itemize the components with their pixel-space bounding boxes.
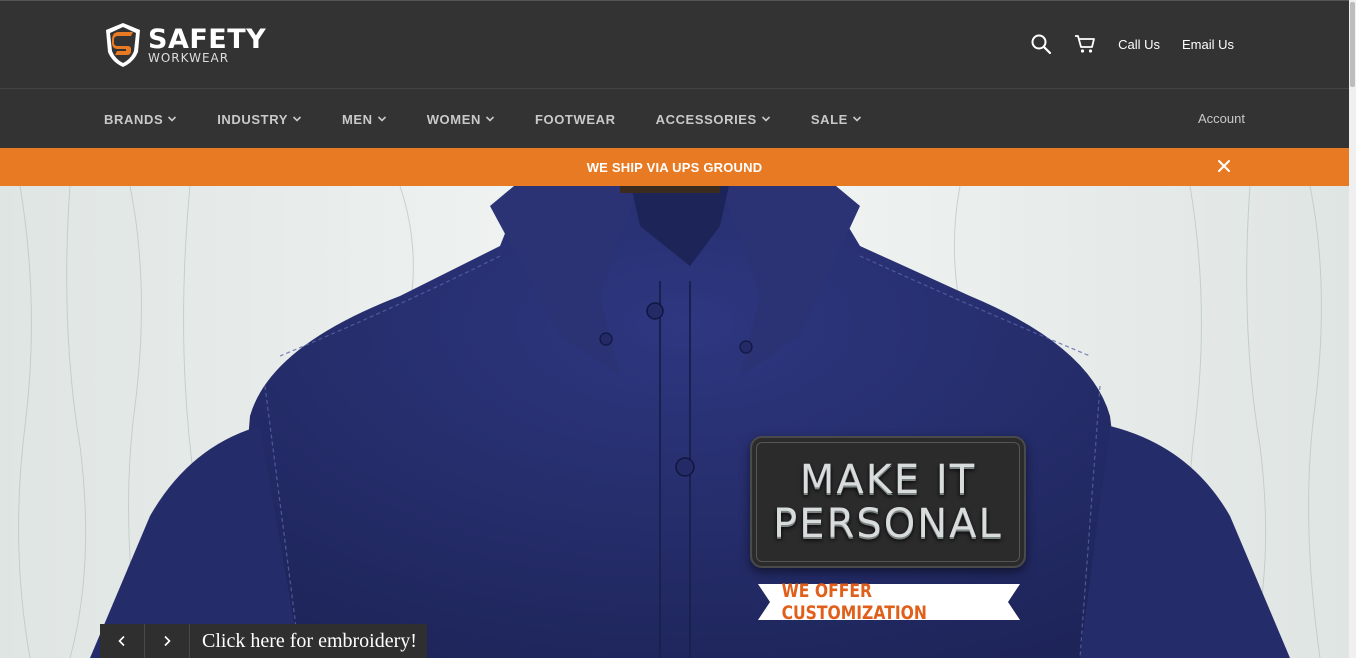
patch-line-1: MAKE IT bbox=[799, 457, 977, 503]
nav-item-footwear[interactable]: FOOTWEAR bbox=[535, 112, 616, 127]
chevron-down-icon bbox=[168, 116, 177, 122]
chevron-down-icon bbox=[761, 116, 770, 122]
nav-item-label: INDUSTRY bbox=[217, 111, 288, 127]
nav-item-label: ACCESSORIES bbox=[655, 111, 757, 127]
main-navigation: BRANDS INDUSTRY MEN WOMEN FOOTWEAR ACCES… bbox=[0, 88, 1349, 148]
patch-line-2: PERSONAL bbox=[773, 501, 1003, 547]
announcement-bar: WE SHIP VIA UPS GROUND bbox=[0, 148, 1349, 186]
chevron-right-icon bbox=[164, 635, 171, 647]
nav-item-label: BRANDS bbox=[104, 111, 164, 127]
nav-item-sale[interactable]: SALE bbox=[811, 112, 862, 127]
chevron-down-icon bbox=[292, 116, 302, 122]
previous-slide-button[interactable] bbox=[100, 624, 145, 658]
nav-item-industry[interactable]: INDUSTRY bbox=[217, 112, 302, 127]
site-header: SAFETY WORKWEAR Call Us Email Us bbox=[0, 0, 1349, 88]
cart-icon[interactable] bbox=[1074, 33, 1096, 55]
nav-item-accessories[interactable]: ACCESSORIES bbox=[656, 112, 771, 127]
chevron-left-icon bbox=[118, 635, 125, 647]
scrollbar-thumb[interactable] bbox=[1350, 2, 1355, 87]
nav-item-label: SALE bbox=[810, 111, 848, 127]
nav-item-label: WOMEN bbox=[426, 111, 481, 127]
slide-caption-link[interactable]: Click here for embroidery! bbox=[190, 624, 427, 658]
nav-item-women[interactable]: WOMEN bbox=[427, 112, 495, 127]
chevron-down-icon bbox=[485, 116, 495, 122]
account-link[interactable]: Account bbox=[1198, 111, 1245, 126]
ribbon-text: WE OFFER CUSTOMIZATION bbox=[781, 580, 927, 624]
chevron-down-icon bbox=[377, 116, 386, 122]
announcement-text: WE SHIP VIA UPS GROUND bbox=[586, 159, 763, 175]
customization-ribbon: WE OFFER CUSTOMIZATION bbox=[758, 580, 1020, 624]
next-slide-button[interactable] bbox=[145, 624, 190, 658]
chevron-down-icon bbox=[852, 116, 861, 122]
shield-logo-icon bbox=[106, 23, 140, 67]
close-icon[interactable] bbox=[1217, 159, 1231, 173]
nav-item-label: FOOTWEAR bbox=[534, 111, 616, 127]
page-scrollbar[interactable] bbox=[1349, 0, 1356, 658]
nav-item-label: MEN bbox=[341, 111, 373, 127]
call-us-link[interactable]: Call Us bbox=[1118, 37, 1160, 52]
hero-image bbox=[0, 186, 1349, 658]
slideshow-controls: Click here for embroidery! bbox=[100, 624, 427, 658]
email-us-link[interactable]: Email Us bbox=[1182, 37, 1234, 52]
site-logo[interactable]: SAFETY WORKWEAR bbox=[104, 21, 266, 69]
make-it-personal-patch: MAKE IT PERSONAL bbox=[750, 436, 1026, 568]
nav-item-men[interactable]: MEN bbox=[342, 112, 387, 127]
search-icon[interactable] bbox=[1030, 33, 1052, 55]
logo-text-primary: SAFETY bbox=[148, 24, 267, 55]
hero-slideshow[interactable]: MAKE IT PERSONAL WE OFFER CUSTOMIZATION … bbox=[0, 186, 1349, 658]
nav-item-brands[interactable]: BRANDS bbox=[104, 112, 177, 127]
